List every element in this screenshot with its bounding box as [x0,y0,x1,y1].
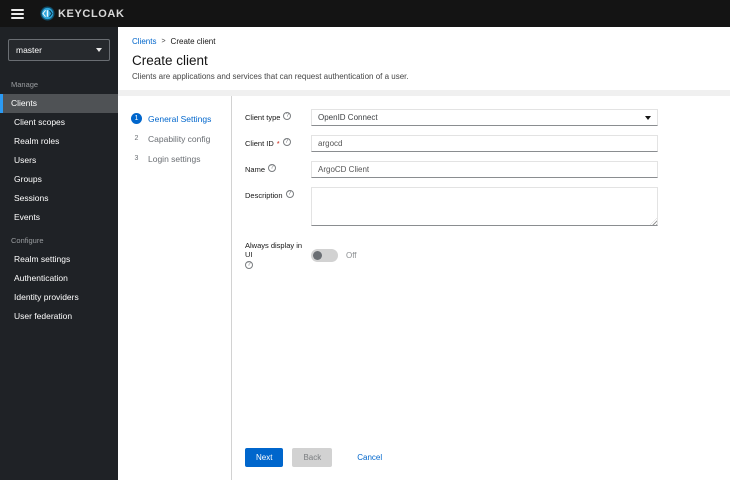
step-label: General Settings [148,113,212,124]
sidebar-item-authentication[interactable]: Authentication [0,269,118,288]
step-number: 2 [134,135,139,142]
sidebar-item-user-federation[interactable]: User federation [0,307,118,326]
sidebar-item-realm-roles[interactable]: Realm roles [0,132,118,151]
description-label: Description ? [245,187,311,226]
wizard-step-capability-config[interactable]: 2 Capability config [131,133,231,144]
sidebar-item-groups[interactable]: Groups [0,170,118,189]
breadcrumb-separator: > [161,38,166,45]
sidebar-item-client-scopes[interactable]: Client scopes [0,113,118,132]
keycloak-logo[interactable]: KEYCLOAK [40,6,125,21]
always-display-row: Always display in UI ? Off [245,241,658,269]
client-type-row: Client type ? OpenID Connect [245,109,658,126]
wizard-footer: Next Back Cancel [245,448,393,467]
help-icon[interactable]: ? [283,112,292,120]
breadcrumb-current: Create client [170,37,216,46]
page-title: Create client [132,53,208,68]
help-icon[interactable]: ? [282,138,291,146]
wizard-steps-nav: 1 General Settings 2 Capability config 3… [118,96,232,480]
page-subtitle: Clients are applications and services th… [132,72,409,81]
hamburger-menu-icon[interactable] [11,8,24,19]
sidebar-item-users[interactable]: Users [0,151,118,170]
sidebar-item-sessions[interactable]: Sessions [0,189,118,208]
required-asterisk: * [276,139,280,148]
step-number: 3 [134,155,139,162]
always-display-toggle[interactable] [311,248,338,262]
description-row: Description ? [245,187,658,226]
client-type-select[interactable]: OpenID Connect [311,109,658,126]
client-id-label: Client ID * ? [245,135,311,152]
realm-selector[interactable]: master [8,39,110,61]
breadcrumb-clients-link[interactable]: Clients [132,37,156,46]
nav-section-configure: Configure [11,236,44,245]
toggle-state-text: Off [346,250,357,260]
step-label: Login settings [148,153,201,164]
description-textarea[interactable] [311,187,658,226]
realm-selector-value: master [16,45,42,55]
client-id-row: Client ID * ? [245,135,658,152]
top-bar: KEYCLOAK [0,0,730,27]
name-input[interactable] [311,161,658,178]
main-content: Clients > Create client Create client Cl… [118,27,730,480]
breadcrumb: Clients > Create client [132,37,716,46]
client-id-input[interactable] [311,135,658,152]
nav-section-manage: Manage [11,80,39,89]
step-number: 1 [131,113,142,124]
chevron-down-icon [96,48,102,52]
sidebar-item-identity-providers[interactable]: Identity providers [0,288,118,307]
name-row: Name ? [245,161,658,178]
help-icon[interactable]: ? [245,261,253,269]
chevron-down-icon [645,115,651,120]
wizard-step-general-settings[interactable]: 1 General Settings [131,113,231,124]
wizard-form: Client type ? OpenID Connect Client ID *… [232,96,730,480]
back-button[interactable]: Back [292,448,333,467]
client-type-value: OpenID Connect [318,113,378,122]
always-display-label: Always display in UI ? [245,241,303,269]
sidebar-item-clients[interactable]: Clients [0,94,118,113]
toggle-knob [313,250,322,260]
create-client-wizard: 1 General Settings 2 Capability config 3… [118,96,730,480]
wizard-step-login-settings[interactable]: 3 Login settings [131,153,231,164]
cancel-button[interactable]: Cancel [346,448,393,467]
sidebar-item-events[interactable]: Events [0,208,118,227]
page-header: Clients > Create client Create client Cl… [118,27,730,90]
help-icon[interactable]: ? [268,164,277,172]
next-button[interactable]: Next [245,448,284,467]
brand-text: KEYCLOAK [58,7,125,20]
step-label: Capability config [148,133,211,144]
keycloak-logo-icon [40,6,55,21]
help-icon[interactable]: ? [285,190,294,198]
name-label: Name ? [245,161,311,178]
client-type-label: Client type ? [245,109,311,126]
sidebar-item-realm-settings[interactable]: Realm settings [0,250,118,269]
sidebar: master Manage Clients Client scopes Real… [0,27,118,480]
